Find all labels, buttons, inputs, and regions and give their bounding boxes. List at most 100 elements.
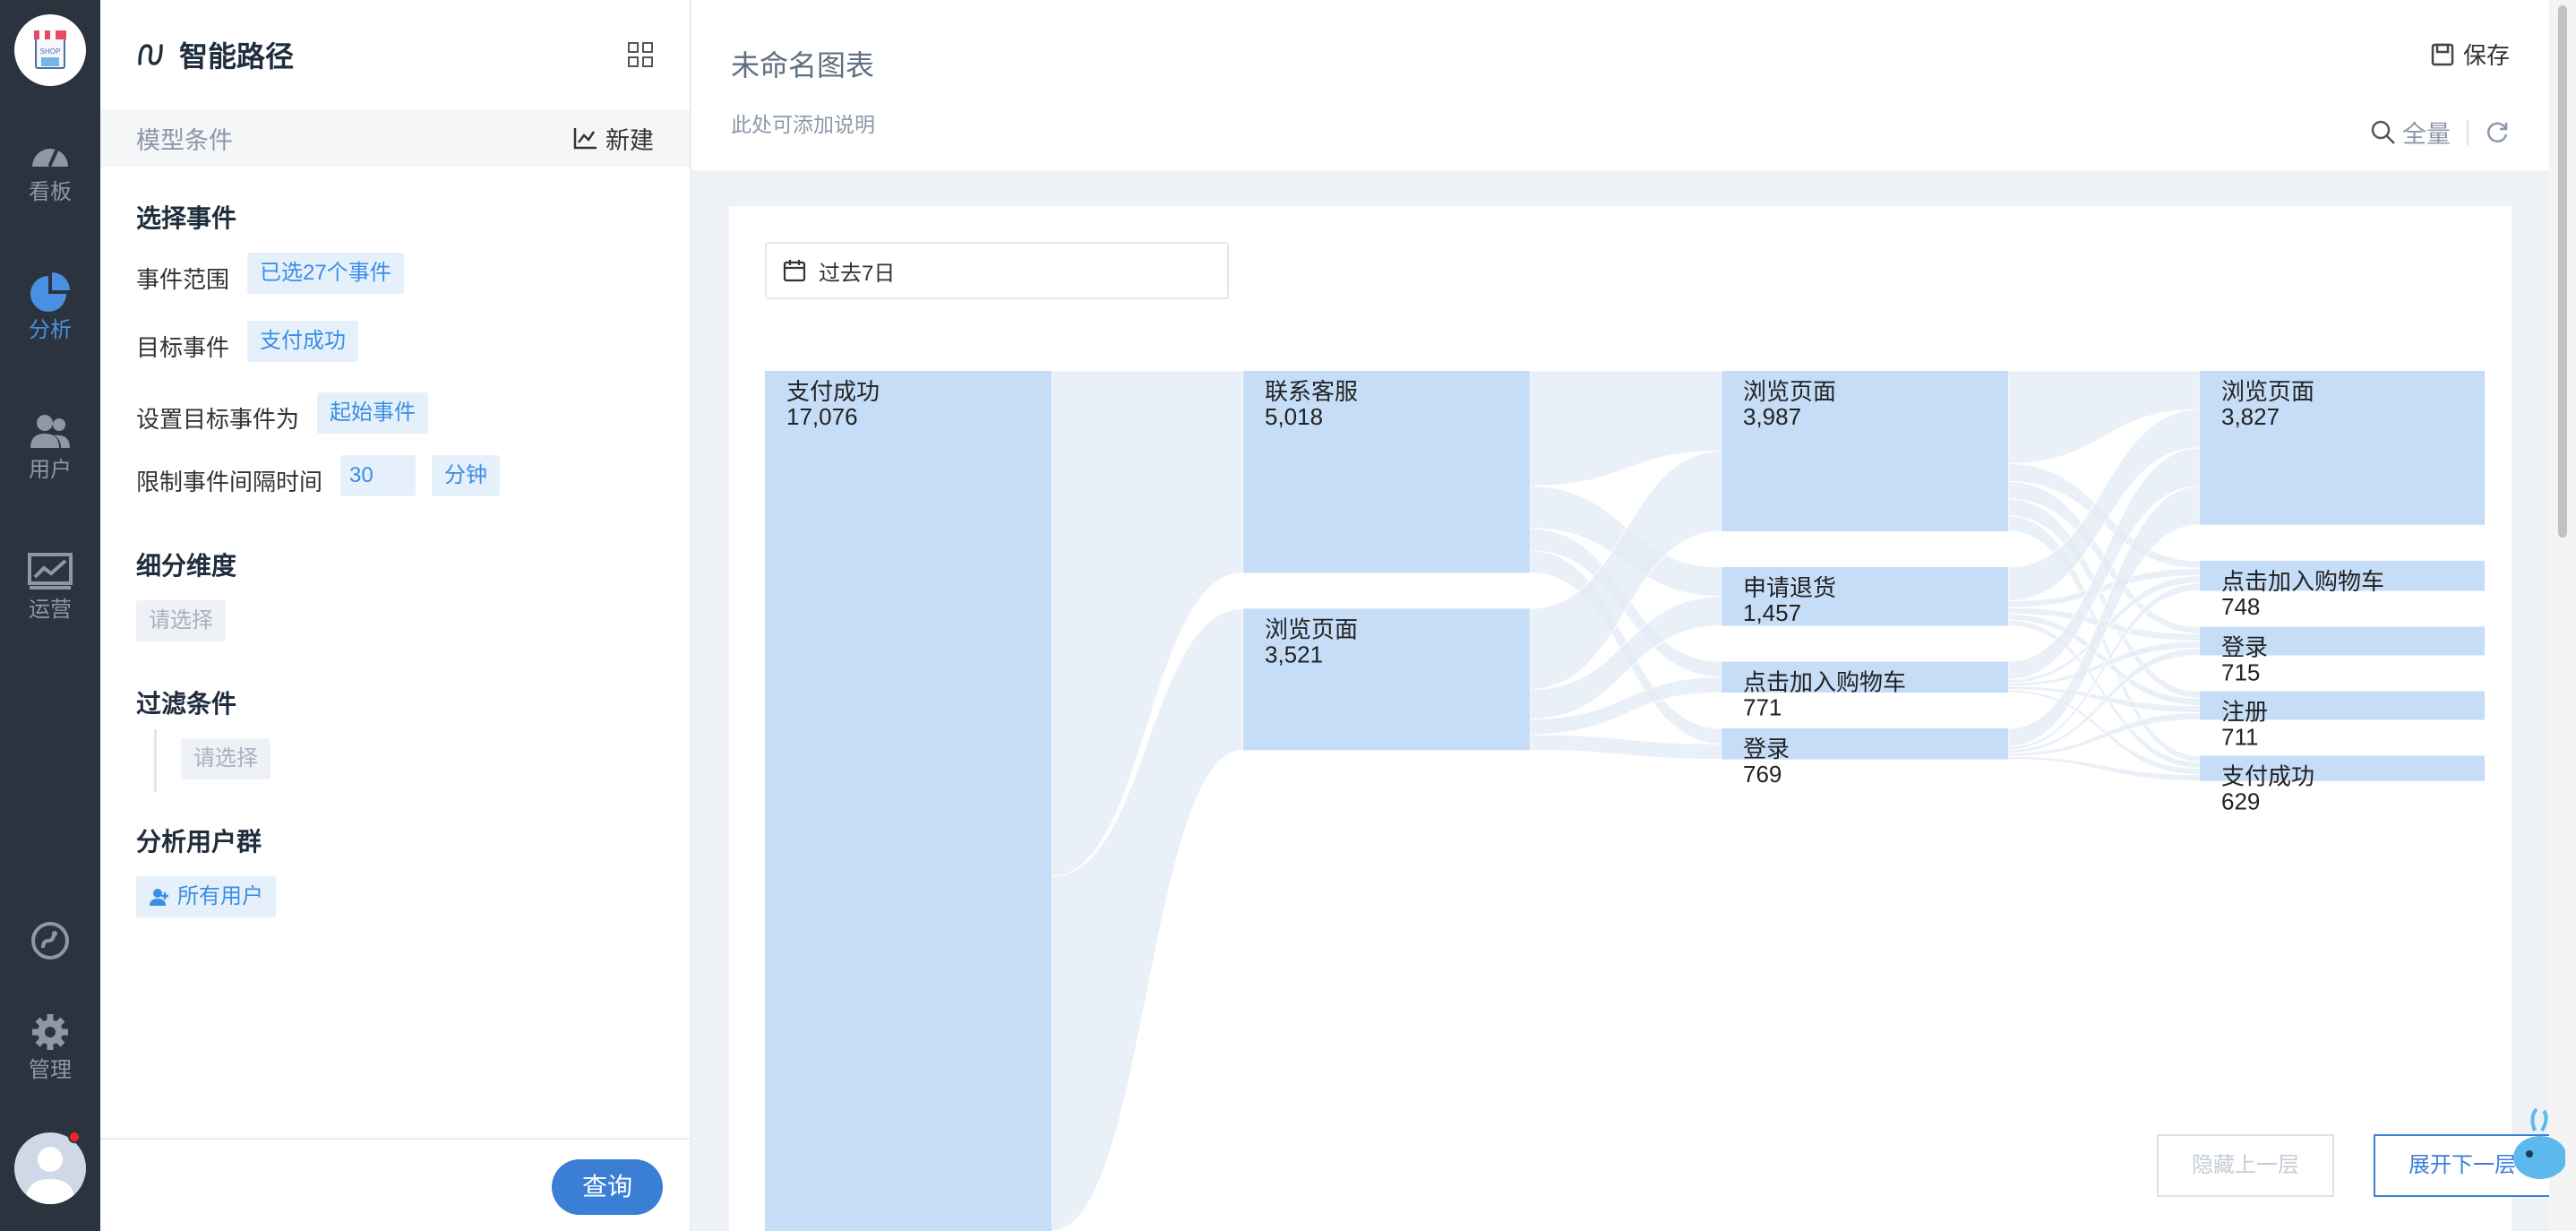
- sankey-node-label-2-1: 申请退货: [1743, 574, 1836, 601]
- select-event-title: 选择事件: [136, 204, 237, 232]
- save-label: 保存: [2462, 42, 2510, 69]
- query-button[interactable]: 查询: [552, 1159, 663, 1215]
- panel-title: 智能路径: [179, 40, 295, 73]
- user-group-title: 分析用户群: [136, 828, 262, 856]
- panel-footer: 查询: [100, 1138, 690, 1231]
- filter-indent-line: [154, 729, 157, 792]
- sankey-node-label-2-3: 登录: [1743, 736, 1790, 762]
- shop-logo[interactable]: SHOP: [14, 14, 86, 86]
- nav-label-manage: 管理: [29, 1058, 72, 1082]
- new-chart-icon: [573, 128, 597, 150]
- refresh-icon[interactable]: [2485, 120, 2510, 145]
- nav-label-dashboard: 看板: [29, 180, 72, 204]
- search-icon[interactable]: [2370, 119, 2397, 146]
- sankey-node-label-2-2: 点击加入购物车: [1743, 668, 1906, 695]
- sankey-node-value-3-2: 715: [2221, 659, 2260, 685]
- sankey-node-label-3-3: 注册: [2221, 699, 2268, 726]
- users-icon: [30, 415, 70, 448]
- main-area: 未命名图表 此处可添加说明 保存 全量 过去7日 支付成功 17,076 联系客…: [691, 0, 2551, 1231]
- config-panel: 智能路径 模型条件 新建 选择事件 事件范围 已选27个事件 目标事件 支付成功…: [100, 0, 691, 1231]
- user-group-icon: [150, 889, 168, 906]
- assistant-mascot-icon[interactable]: [2503, 1104, 2565, 1184]
- sankey-node-value-2-3: 769: [1743, 761, 1782, 788]
- notification-dot: [68, 1131, 81, 1143]
- model-conditions-header: 模型条件 新建: [100, 109, 690, 167]
- sankey-node-value-2-0: 3,987: [1743, 403, 1801, 430]
- sankey-node-0-0[interactable]: [765, 371, 1052, 1231]
- pie-chart-icon: [30, 272, 70, 312]
- nav-label-operation: 运营: [29, 598, 72, 622]
- sankey-node-label-3-2: 登录: [2221, 633, 2268, 660]
- save-button[interactable]: 保存: [2431, 38, 2510, 71]
- shop-logo-icon: SHOP: [34, 30, 66, 69]
- new-button[interactable]: 新建: [573, 109, 654, 167]
- nav-item-dashboard[interactable]: 看板: [0, 134, 100, 206]
- dimension-select[interactable]: 请选择: [136, 600, 226, 641]
- scroll-thumb[interactable]: [2558, 5, 2567, 538]
- operation-chart-icon: [28, 553, 73, 590]
- new-button-label: 新建: [605, 126, 654, 154]
- scope-label[interactable]: 全量: [2402, 115, 2451, 150]
- sankey-node-value-1-1: 3,521: [1265, 641, 1323, 667]
- sankey-node-value-3-1: 748: [2221, 593, 2260, 620]
- sankey-node-label-3-0: 浏览页面: [2221, 378, 2314, 405]
- date-range-value: 过去7日: [819, 261, 896, 286]
- gear-icon: [32, 1014, 68, 1050]
- chart-header: 未命名图表 此处可添加说明 保存 全量: [691, 0, 2549, 170]
- event-scope-tag[interactable]: 已选27个事件: [247, 253, 404, 294]
- grid-view-icon[interactable]: [627, 41, 654, 68]
- nav-item-analysis[interactable]: 分析: [0, 272, 100, 344]
- date-range-picker[interactable]: 过去7日: [765, 242, 1229, 299]
- user-group-value: 所有用户: [177, 884, 263, 908]
- filter-title: 过滤条件: [136, 690, 237, 718]
- nav-item-link[interactable]: [0, 921, 100, 966]
- sankey-node-label-3-1: 点击加入购物车: [2221, 568, 2384, 595]
- target-event-label: 目标事件: [136, 334, 230, 361]
- panel-header: 智能路径: [100, 0, 690, 109]
- user-group-tag[interactable]: 所有用户: [136, 876, 276, 917]
- nav-item-manage[interactable]: 管理: [0, 1012, 100, 1084]
- interval-unit-select[interactable]: 分钟: [432, 455, 500, 496]
- tools-separator: [2467, 119, 2469, 145]
- sankey-node-value-0-0: 17,076: [786, 403, 858, 430]
- sankey-node-value-2-1: 1,457: [1743, 599, 1801, 626]
- user-avatar[interactable]: [14, 1132, 86, 1204]
- sankey-node-label-1-1: 浏览页面: [1265, 616, 1358, 642]
- sankey-node-value-2-2: 771: [1743, 693, 1782, 720]
- avatar-icon: [25, 1147, 75, 1204]
- target-event-tag[interactable]: 支付成功: [247, 321, 358, 362]
- nav-item-operation[interactable]: 运营: [0, 552, 100, 624]
- sankey-node-value-3-3: 711: [2221, 724, 2258, 751]
- link-circle-icon: [31, 922, 69, 960]
- save-icon: [2431, 43, 2454, 65]
- sankey-node-label-2-0: 浏览页面: [1743, 378, 1836, 405]
- page-scrollbar[interactable]: [2549, 0, 2576, 1231]
- sankey-chart: 支付成功17,076联系客服5,018浏览页面3,521浏览页面3,987申请退…: [765, 371, 2485, 1231]
- filter-select[interactable]: 请选择: [181, 738, 270, 779]
- sankey-node-label-3-4: 支付成功: [2221, 762, 2314, 789]
- set-target-tag[interactable]: 起始事件: [317, 392, 428, 434]
- chart-tools: 全量: [2370, 115, 2510, 150]
- hide-layer-button[interactable]: 隐藏上一层: [2157, 1134, 2334, 1197]
- left-nav: SHOP 看板 分析 用户 运营 管理: [0, 0, 100, 1231]
- set-target-label: 设置目标事件为: [136, 406, 300, 433]
- svg-text:SHOP: SHOP: [40, 47, 61, 56]
- dimension-title: 细分维度: [136, 552, 237, 580]
- interval-label: 限制事件间隔时间: [136, 469, 323, 495]
- model-conditions-label: 模型条件: [136, 126, 233, 154]
- sankey-node-label-0-0: 支付成功: [786, 378, 880, 405]
- chart-card: 过去7日 支付成功 17,076 联系客服 5,018 浏览页面 3,521 浏览页面 3,9…: [729, 206, 2551, 1231]
- sankey-node-value-3-4: 629: [2221, 788, 2260, 814]
- sankey-node-label-1-0: 联系客服: [1265, 378, 1358, 405]
- sankey-node-value-3-0: 3,827: [2221, 403, 2280, 430]
- sankey-node-value-1-0: 5,018: [1265, 403, 1323, 430]
- nav-label-analysis: 分析: [29, 318, 72, 342]
- chart-title[interactable]: 未命名图表: [731, 43, 874, 84]
- interval-input[interactable]: 30: [340, 455, 416, 496]
- nav-label-users: 用户: [29, 458, 72, 482]
- chart-description[interactable]: 此处可添加说明: [731, 108, 875, 138]
- path-logo-icon: [138, 44, 163, 65]
- nav-item-users[interactable]: 用户: [0, 412, 100, 484]
- dashboard-icon: [32, 147, 68, 167]
- calendar-icon: [783, 260, 806, 282]
